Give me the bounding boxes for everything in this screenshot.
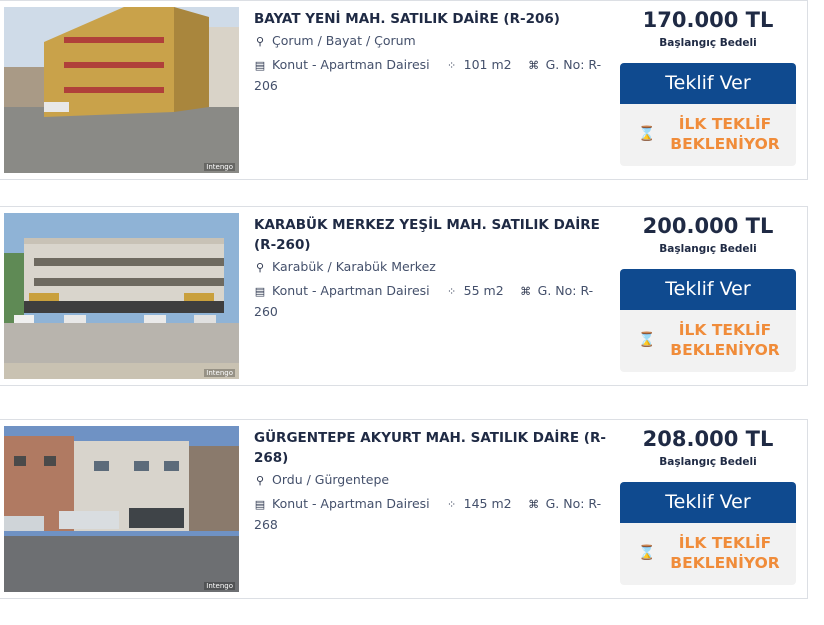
listing-price: 208.000 TL xyxy=(642,427,774,451)
listing-type: Konut - Apartman Dairesi xyxy=(272,57,430,72)
listing-area: 55 m2 xyxy=(463,283,504,298)
status-box: ⌛ İLK TEKLİF BEKLENİYOR xyxy=(620,523,796,585)
listing-type: Konut - Apartman Dairesi xyxy=(272,283,430,298)
listing-price: 170.000 TL xyxy=(642,8,774,32)
status-text: İLK TEKLİF BEKLENİYOR xyxy=(670,534,780,572)
listing-card[interactable]: Intengo BAYAT YENİ MAH. SATILIK DAİRE (R… xyxy=(0,0,808,180)
bid-button[interactable]: Teklif Ver xyxy=(620,269,796,310)
listing-card[interactable]: Intengo GÜRGENTEPE AKYURT MAH. SATILIK D… xyxy=(0,419,808,599)
parcel-icon: ⌘ xyxy=(528,498,540,511)
listing-photo[interactable]: Intengo xyxy=(4,426,239,592)
area-dots-icon: ⁘ xyxy=(447,285,457,298)
hourglass-icon: ⌛ xyxy=(638,126,656,142)
location-pin-icon: ⚲ xyxy=(255,261,265,274)
photo-watermark: Intengo xyxy=(204,369,235,377)
price-label: Başlangıç Bedeli xyxy=(659,456,757,468)
listing-location: Çorum / Bayat / Çorum xyxy=(272,33,416,48)
hourglass-icon: ⌛ xyxy=(638,545,656,561)
listing-price: 200.000 TL xyxy=(642,214,774,238)
price-label: Başlangıç Bedeli xyxy=(659,37,757,49)
location-pin-icon: ⚲ xyxy=(255,35,265,48)
building-icon: ▤ xyxy=(254,285,266,298)
photo-watermark: Intengo xyxy=(204,163,235,171)
price-label: Başlangıç Bedeli xyxy=(659,243,757,255)
hourglass-icon: ⌛ xyxy=(638,332,656,348)
listing-title[interactable]: GÜRGENTEPE AKYURT MAH. SATILIK DAİRE (R-… xyxy=(254,428,610,468)
status-box: ⌛ İLK TEKLİF BEKLENİYOR xyxy=(620,310,796,372)
listing-area: 101 m2 xyxy=(463,57,512,72)
area-dots-icon: ⁘ xyxy=(447,498,457,511)
listing-photo[interactable]: Intengo xyxy=(4,213,239,379)
parcel-icon: ⌘ xyxy=(520,285,532,298)
listing-photo[interactable]: Intengo xyxy=(4,7,239,173)
listing-location: Karabük / Karabük Merkez xyxy=(272,259,436,274)
listing-type: Konut - Apartman Dairesi xyxy=(272,496,430,511)
status-text: İLK TEKLİF BEKLENİYOR xyxy=(670,115,780,153)
area-dots-icon: ⁘ xyxy=(447,59,457,72)
listing-card[interactable]: Intengo KARABÜK MERKEZ YEŞİL MAH. SATILI… xyxy=(0,206,808,386)
bid-button[interactable]: Teklif Ver xyxy=(620,482,796,523)
listing-title[interactable]: BAYAT YENİ MAH. SATILIK DAİRE (R-206) xyxy=(254,9,610,29)
listing-location: Ordu / Gürgentepe xyxy=(272,472,390,487)
bid-button[interactable]: Teklif Ver xyxy=(620,63,796,104)
building-icon: ▤ xyxy=(254,59,266,72)
parcel-icon: ⌘ xyxy=(528,59,540,72)
listing-area: 145 m2 xyxy=(463,496,512,511)
building-icon: ▤ xyxy=(254,498,266,511)
photo-watermark: Intengo xyxy=(204,582,235,590)
status-box: ⌛ İLK TEKLİF BEKLENİYOR xyxy=(620,104,796,166)
status-text: İLK TEKLİF BEKLENİYOR xyxy=(670,321,780,359)
listing-title[interactable]: KARABÜK MERKEZ YEŞİL MAH. SATILIK DAİRE … xyxy=(254,215,610,255)
location-pin-icon: ⚲ xyxy=(255,474,265,487)
